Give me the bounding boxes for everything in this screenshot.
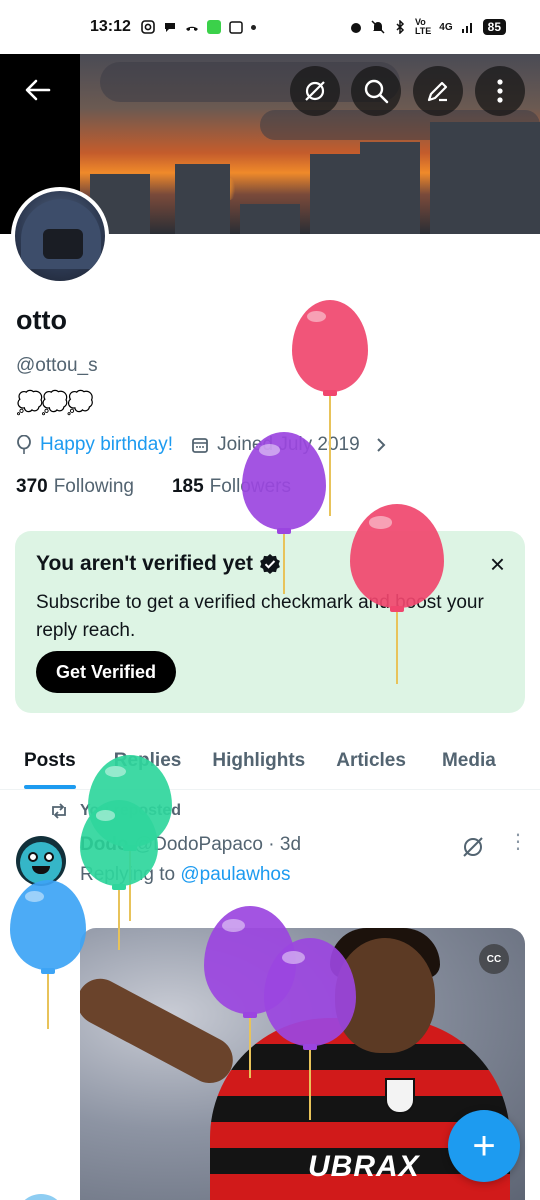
post-author-avatar[interactable] — [16, 836, 66, 886]
balloon-shine — [25, 890, 45, 902]
network-type: 4G — [439, 21, 453, 33]
more-vertical-icon — [497, 79, 503, 103]
verified-badge-icon — [260, 554, 280, 574]
balloon-body — [10, 880, 86, 970]
post-header: Dodo @DodoPapaco · 3d — [80, 834, 301, 856]
post-author-handle[interactable]: @DodoPapaco — [134, 834, 263, 855]
repost-indicator: You reposted — [50, 802, 181, 820]
post-separator: · — [268, 834, 275, 855]
banner-building — [310, 154, 360, 234]
notification-icons — [141, 20, 256, 34]
following-count: 370 — [16, 476, 48, 497]
app-green-icon — [206, 20, 221, 34]
status-time: 13:12 — [90, 18, 131, 35]
instagram-icon — [141, 20, 155, 34]
balloon-shine — [307, 311, 327, 323]
replying-prefix: Replying to — [80, 864, 176, 885]
next-post-avatar[interactable] — [16, 1194, 66, 1200]
avatar-character — [20, 842, 62, 884]
media-crest — [385, 1078, 415, 1114]
signal-icon — [461, 23, 472, 33]
following-label: Following — [53, 476, 134, 497]
back-button[interactable] — [16, 68, 60, 112]
profile-tabs: Posts Replies Highlights Articles Media — [0, 736, 540, 790]
search-button[interactable] — [351, 66, 401, 116]
avatar-eye — [28, 852, 38, 862]
profile-handle: @ottou_s — [16, 355, 98, 376]
birthday-link[interactable]: Happy birthday! — [40, 434, 173, 456]
verify-title-text: You aren't verified yet — [36, 552, 254, 575]
verify-prompt-card: You aren't verified yet Subscribe to get… — [15, 531, 525, 713]
calendar-icon — [192, 438, 208, 453]
tab-replies[interactable]: Replies — [114, 736, 182, 789]
grok-icon[interactable] — [460, 834, 486, 860]
grok-icon — [305, 81, 325, 101]
volte-icon: Vo LTE — [414, 17, 432, 36]
bluetooth-icon — [396, 20, 405, 34]
follow-stats: 370 Following 185 Followers — [16, 476, 291, 498]
post-age: 3d — [279, 834, 302, 855]
profile-avatar[interactable] — [11, 187, 109, 285]
close-icon[interactable]: × — [490, 551, 505, 577]
edit-button[interactable] — [413, 66, 463, 116]
balloon — [292, 300, 368, 520]
alarm-icon — [350, 23, 361, 33]
calendar-icon — [229, 21, 243, 34]
status-bar: 13:12 Vo LTE 4G 85 — [0, 0, 540, 54]
more-button[interactable] — [475, 66, 525, 116]
profile-bio: 💭💭💭 — [16, 390, 94, 415]
replying-mention[interactable]: @paulawhos — [180, 864, 290, 885]
search-icon — [364, 79, 389, 104]
tab-media[interactable]: Media — [442, 736, 496, 789]
joined-date: Joined July 2019 — [217, 434, 360, 455]
post-reply-context: Replying to @paulawhos — [80, 864, 290, 886]
following-stat[interactable]: 370 Following — [16, 476, 134, 498]
get-verified-button[interactable]: Get Verified — [36, 651, 177, 693]
balloon-knot — [323, 390, 337, 396]
pencil-icon — [427, 81, 448, 102]
balloon-string — [47, 974, 49, 1029]
followers-stat[interactable]: 185 Followers — [172, 476, 291, 498]
chat-icon — [164, 23, 175, 32]
banner-building — [240, 204, 300, 234]
phone-missed-icon — [185, 26, 198, 31]
banner-building — [430, 122, 540, 234]
banner-building — [175, 164, 230, 234]
balloon-string — [129, 851, 131, 921]
arrow-left-icon — [25, 79, 51, 101]
tab-posts[interactable]: Posts — [24, 736, 76, 789]
avatar-eye — [44, 852, 54, 862]
balloon-knot — [41, 968, 55, 974]
tab-highlights[interactable]: Highlights — [212, 736, 305, 789]
balloon-body — [292, 300, 368, 392]
verify-description: Subscribe to get a verified checkmark an… — [36, 592, 484, 641]
media-head — [335, 938, 435, 1053]
balloon-string — [329, 396, 331, 516]
banner-building — [360, 142, 420, 234]
more-notifications-dot — [250, 24, 256, 30]
balloon-shine — [368, 516, 393, 529]
balloon-outline-icon — [17, 435, 31, 454]
tab-articles[interactable]: Articles — [336, 736, 406, 789]
profile-meta: Happy birthday! Joined July 2019 — [16, 434, 386, 456]
balloon — [10, 880, 86, 1033]
media-arm — [80, 970, 241, 1092]
profile-name: otto — [16, 305, 67, 335]
post-author-name[interactable]: Dodo — [80, 834, 129, 855]
system-icons: Vo LTE 4G 85 — [349, 18, 506, 36]
verify-title: You aren't verified yet — [36, 552, 281, 576]
repost-label: You reposted — [80, 802, 182, 819]
chevron-right-icon[interactable] — [376, 437, 386, 453]
followers-count: 185 — [171, 476, 204, 497]
grok-button[interactable] — [290, 66, 340, 116]
battery-indicator: 85 — [482, 19, 506, 35]
followers-label: Followers — [209, 476, 291, 497]
captions-badge[interactable]: CC — [479, 944, 509, 974]
avatar-face — [43, 229, 83, 259]
compose-button[interactable]: + — [448, 1110, 520, 1182]
media-sponsor-text: UBRAX — [308, 1150, 420, 1183]
repost-icon — [52, 803, 66, 819]
post-more-icon[interactable]: ⋮ — [508, 832, 528, 852]
mute-icon — [371, 20, 385, 34]
